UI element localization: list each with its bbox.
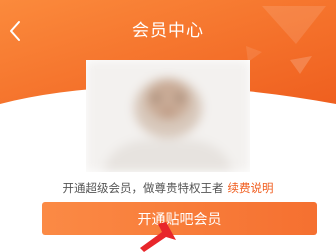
top-bar: 会员中心 (0, 0, 336, 60)
promo-line: 开通超级会员，做尊贵特权王者 续费说明 (0, 180, 336, 196)
red-arrow-pointer-icon (140, 222, 176, 252)
open-membership-button[interactable]: 开通贴吧会员 (42, 202, 317, 235)
avatar (86, 60, 250, 172)
page-title: 会员中心 (132, 21, 204, 41)
renew-info-link[interactable]: 续费说明 (228, 181, 274, 195)
promo-text: 开通超级会员，做尊贵特权王者 (62, 181, 224, 195)
